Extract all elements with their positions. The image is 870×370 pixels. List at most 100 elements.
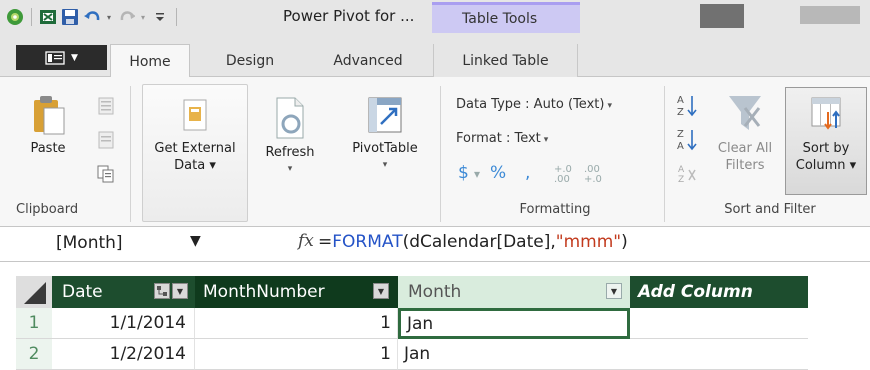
chevron-down-icon[interactable]: ▼ (190, 233, 201, 249)
column-header-label: Date (62, 282, 103, 302)
group-separator (664, 86, 665, 222)
copy-format-icon[interactable] (96, 164, 116, 188)
comma-style-icon[interactable]: , (525, 163, 530, 183)
clipboard-group-label: Clipboard (16, 202, 79, 217)
row-number[interactable]: 2 (16, 339, 52, 370)
column-header-label: Month (408, 282, 462, 302)
file-menu-button[interactable]: ▼ (16, 45, 107, 70)
column-header-monthnumber[interactable]: MonthNumber (195, 276, 398, 308)
table-cell-monthnumber[interactable]: 1 (195, 339, 398, 370)
qat-separator (31, 8, 32, 26)
sort-by-column-button[interactable]: Sort by Column ▾ (785, 92, 867, 174)
table-cell-date[interactable]: 1/2/2014 (52, 339, 195, 370)
clear-all-label-2: Filters (725, 158, 765, 173)
undo-icon[interactable] (83, 8, 101, 26)
column-header-add-column[interactable]: Add Column (630, 276, 808, 308)
undo-dropdown-icon[interactable]: ▾ (105, 8, 113, 26)
sort-by-label-1: Sort by (802, 141, 850, 156)
formula-input[interactable]: =FORMAT(dCalendar[Date],"mmm") (318, 232, 628, 252)
cut-icon[interactable] (96, 96, 116, 120)
percent-icon[interactable]: % (490, 163, 506, 183)
window-control-area-faded (800, 6, 860, 24)
refresh-caret: ▾ (287, 164, 293, 174)
sort-by-label-2: Column ▾ (795, 158, 857, 173)
decrease-decimal-icon[interactable]: .00 +.0 (584, 165, 602, 185)
power-pivot-icon[interactable] (6, 8, 24, 26)
quick-access-toolbar: ▾ ▾ (6, 6, 180, 28)
tab-home[interactable]: Home (110, 44, 190, 78)
refresh-icon (276, 97, 304, 139)
file-menu-icon (45, 50, 65, 65)
format-label: Format : Text (456, 131, 541, 146)
clear-sort-icon[interactable]: AZ (677, 162, 697, 188)
pivottable-button[interactable]: PivotTable ▾ (340, 96, 430, 174)
formula-close: ) (621, 232, 628, 252)
sort-by-column-icon (811, 97, 841, 130)
select-all-corner[interactable] (16, 276, 52, 308)
paste-label: Paste (30, 141, 66, 156)
svg-text:A: A (677, 141, 684, 152)
chevron-down-icon: ▾ (607, 101, 612, 111)
formatting-group-label: Formatting (519, 202, 591, 217)
currency-dropdown-icon[interactable]: ▾ (474, 167, 480, 181)
file-menu-caret: ▼ (71, 52, 78, 63)
svg-text:Z: Z (677, 107, 684, 118)
excel-switch-icon[interactable] (39, 8, 57, 26)
sort-a-to-z-icon[interactable]: AZ (675, 92, 699, 122)
redo-dropdown-icon[interactable]: ▾ (139, 8, 147, 26)
column-header-label: MonthNumber (203, 282, 325, 302)
pivottable-label: PivotTable (352, 141, 418, 156)
group-separator (440, 86, 441, 222)
table-cell-add-column[interactable] (630, 339, 808, 370)
sort-z-to-a-icon[interactable]: ZA (675, 126, 699, 156)
chevron-down-icon: ▾ (543, 135, 549, 145)
formula-string: "mmm" (555, 232, 622, 252)
column-header-month[interactable]: Month (398, 276, 630, 308)
get-external-data-label-1: Get External (154, 141, 236, 156)
table-tools-contextual-group: Table Tools (432, 2, 580, 33)
save-icon[interactable] (61, 8, 79, 26)
currency-icon[interactable]: $ (458, 163, 469, 183)
tab-design[interactable]: Design (210, 44, 290, 77)
data-type-label: Data Type : Auto (Text) (456, 97, 605, 112)
pivottable-icon (368, 97, 402, 133)
format-dropdown[interactable]: Format : Text ▾ (456, 131, 548, 146)
increase-decimal-icon[interactable]: +.0.00 (554, 165, 572, 185)
formula-argument: (dCalendar[Date], (402, 232, 556, 252)
tab-advanced[interactable]: Advanced (318, 44, 418, 77)
clear-all-label-1: Clear All (717, 141, 773, 156)
qat-separator (176, 8, 177, 26)
pivottable-caret: ▾ (382, 160, 388, 170)
get-external-data-icon (183, 99, 207, 131)
row-number[interactable]: 1 (16, 308, 52, 339)
copy-icon[interactable] (96, 130, 116, 154)
get-external-data-button[interactable]: Get External Data ▾ (142, 96, 248, 174)
clear-all-filters-button[interactable]: Clear All Filters (706, 92, 784, 174)
filter-dropdown-icon[interactable]: ▼ (373, 283, 389, 299)
fx-icon[interactable]: fx (298, 231, 314, 251)
add-column-label: Add Column (638, 282, 753, 302)
table-cell-date[interactable]: 1/1/2014 (52, 308, 195, 339)
tab-linked-table[interactable]: Linked Table (433, 44, 578, 77)
refresh-button[interactable]: Refresh ▾ (252, 96, 328, 178)
table-cell-month-selected[interactable]: Jan (398, 308, 630, 339)
table-cell-month[interactable]: Jan (398, 339, 630, 370)
relationship-icon[interactable] (154, 283, 170, 299)
data-type-dropdown[interactable]: Data Type : Auto (Text) ▾ (456, 97, 612, 112)
customize-qat-icon[interactable] (151, 8, 169, 26)
group-separator (130, 86, 131, 222)
name-box[interactable]: [Month] (56, 233, 123, 253)
filter-dropdown-icon[interactable]: ▼ (172, 283, 188, 299)
formula-equals: = (318, 232, 333, 252)
table-tools-label: Table Tools (462, 11, 538, 27)
formula-function: FORMAT (332, 232, 403, 252)
filter-dropdown-icon[interactable]: ▼ (606, 283, 622, 299)
refresh-label: Refresh (265, 145, 315, 160)
table-cell-add-column[interactable] (630, 308, 808, 339)
paste-icon (34, 96, 65, 135)
svg-text:A: A (677, 95, 684, 106)
svg-text:Z: Z (678, 175, 684, 184)
paste-button[interactable]: Paste (18, 92, 78, 157)
redo-icon[interactable] (117, 8, 135, 26)
table-cell-monthnumber[interactable]: 1 (195, 308, 398, 339)
